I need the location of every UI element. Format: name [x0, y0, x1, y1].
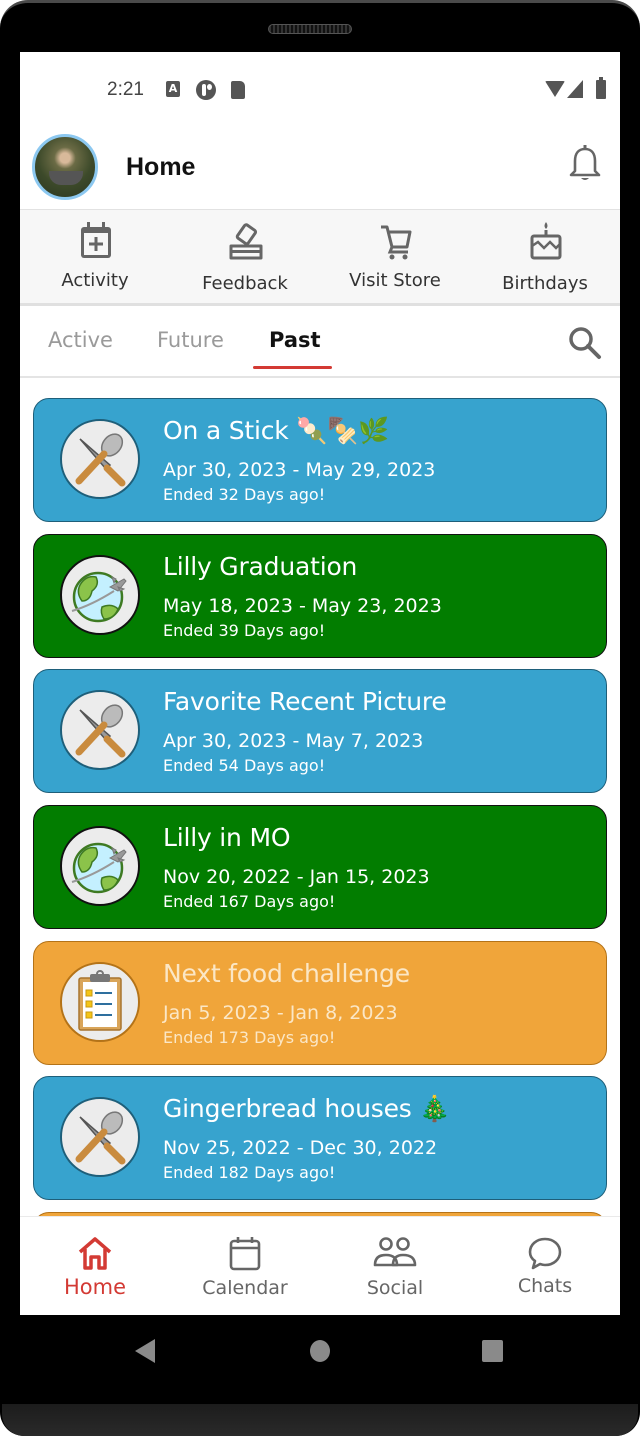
signal-icon	[567, 80, 583, 98]
event-title: Lilly Graduation	[163, 552, 358, 581]
event-card[interactable]: Lilly in MO Nov 20, 2022 - Jan 15, 2023 …	[33, 805, 607, 929]
visit-store-label: Visit Store	[349, 270, 441, 291]
nav-social[interactable]: Social	[320, 1217, 470, 1315]
tab-active[interactable]: Active	[48, 328, 113, 352]
tab-future[interactable]: Future	[157, 328, 224, 352]
event-ended: Ended 167 Days ago!	[163, 892, 336, 911]
event-tabs: Active Future Past	[20, 306, 620, 378]
p-app-icon	[196, 80, 216, 100]
event-card[interactable]: Favorite Recent Picture Apr 30, 2023 - M…	[33, 669, 607, 793]
event-title: On a Stick 🍡🍢🌿	[163, 416, 390, 445]
activity-button[interactable]: Activity	[20, 210, 170, 303]
visit-store-button[interactable]: Visit Store	[320, 210, 470, 303]
knife-spoon-icon	[60, 419, 140, 499]
search-icon[interactable]	[568, 326, 602, 360]
event-dates: Nov 20, 2022 - Jan 15, 2023	[163, 866, 430, 888]
quick-actions-bar: Activity Feedback Visit Store Birthdays	[20, 210, 620, 306]
device-chin	[2, 1404, 638, 1436]
event-dates: Apr 30, 2023 - May 29, 2023	[163, 459, 436, 481]
cake-icon	[530, 222, 562, 260]
active-tab-indicator	[253, 366, 332, 369]
birthdays-button[interactable]: Birthdays	[470, 210, 620, 303]
activity-label: Activity	[61, 270, 129, 291]
globe-plane-icon	[60, 555, 140, 635]
recents-icon[interactable]	[482, 1340, 503, 1362]
back-icon[interactable]	[135, 1339, 155, 1363]
event-dates: Nov 25, 2022 - Dec 30, 2022	[163, 1137, 438, 1159]
feedback-label: Feedback	[202, 273, 288, 294]
user-avatar[interactable]	[32, 134, 98, 200]
clipboard-checklist-icon	[60, 962, 140, 1042]
ballot-box-icon	[229, 223, 263, 260]
event-ended: Ended 54 Days ago!	[163, 756, 326, 775]
status-time: 2:21	[107, 79, 144, 100]
app-screen: 2:21 A Home Activity Feedback Visit Stor…	[20, 52, 620, 1315]
page-title: Home	[126, 153, 196, 181]
nav-chats[interactable]: Chats	[470, 1217, 620, 1315]
event-card[interactable]: Gingerbread houses 🎄 Nov 25, 2022 - Dec …	[33, 1076, 607, 1200]
calendar-icon	[229, 1237, 261, 1271]
app-header: Home	[20, 126, 620, 210]
chat-bubble-icon	[528, 1237, 562, 1270]
event-card[interactable]: Next food challenge Jan 5, 2023 - Jan 8,…	[33, 941, 607, 1065]
status-bar: 2:21 A	[20, 52, 620, 126]
event-list: On a Stick 🍡🍢🌿 Apr 30, 2023 - May 29, 20…	[20, 378, 620, 1216]
event-title: Lilly in MO	[163, 823, 291, 852]
event-ended: Ended 32 Days ago!	[163, 485, 326, 504]
event-card[interactable]: Lilly Graduation May 18, 2023 - May 23, …	[33, 534, 607, 658]
a-badge-icon: A	[166, 81, 180, 97]
event-title: Gingerbread houses 🎄	[163, 1094, 451, 1123]
event-card[interactable]: On a Stick 🍡🍢🌿 Apr 30, 2023 - May 29, 20…	[33, 398, 607, 522]
nav-home-label: Home	[63, 1275, 126, 1299]
cart-icon	[381, 225, 412, 260]
nav-calendar-label: Calendar	[202, 1277, 288, 1299]
people-icon	[373, 1237, 417, 1267]
event-dates: Apr 30, 2023 - May 7, 2023	[163, 730, 424, 752]
home-icon	[78, 1237, 112, 1270]
system-navigation-bar	[0, 1315, 640, 1405]
birthdays-label: Birthdays	[502, 273, 588, 294]
bottom-navigation: Home Calendar Social Chats	[20, 1216, 620, 1315]
wifi-icon	[545, 81, 565, 97]
home-circle-icon[interactable]	[310, 1340, 330, 1362]
knife-spoon-icon	[60, 1097, 140, 1177]
calendar-plus-icon	[81, 222, 111, 258]
event-dates: May 18, 2023 - May 23, 2023	[163, 595, 442, 617]
globe-plane-icon	[60, 826, 140, 906]
event-ended: Ended 182 Days ago!	[163, 1163, 336, 1182]
event-ended: Ended 173 Days ago!	[163, 1028, 336, 1047]
nav-social-label: Social	[366, 1277, 424, 1299]
event-dates: Jan 5, 2023 - Jan 8, 2023	[163, 1002, 398, 1024]
sd-card-icon	[231, 81, 245, 99]
event-ended: Ended 39 Days ago!	[163, 621, 326, 640]
nav-home[interactable]: Home	[20, 1217, 170, 1315]
battery-icon	[596, 77, 606, 99]
nav-chats-label: Chats	[517, 1275, 573, 1297]
feedback-button[interactable]: Feedback	[170, 210, 320, 303]
tab-past[interactable]: Past	[269, 328, 321, 352]
earpiece-speaker	[268, 24, 352, 34]
event-title: Next food challenge	[163, 959, 410, 988]
bell-icon[interactable]	[568, 144, 602, 184]
event-title: Favorite Recent Picture	[163, 687, 447, 716]
nav-calendar[interactable]: Calendar	[170, 1217, 320, 1315]
knife-spoon-icon	[60, 690, 140, 770]
